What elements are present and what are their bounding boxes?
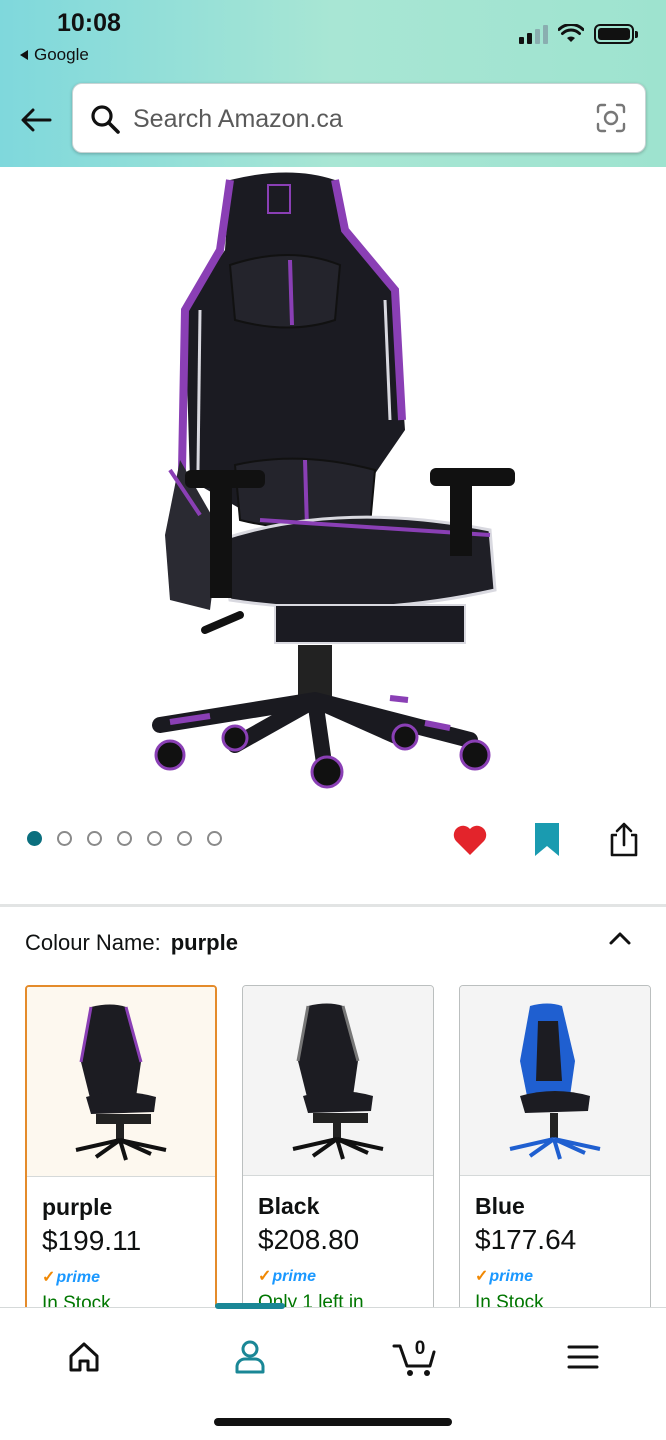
variant-thumbnail [243,986,433,1176]
chair-thumbnail-image [75,1004,167,1161]
home-icon[interactable] [59,1332,109,1382]
variant-swatch-blue[interactable]: Blue $177.64 ✓prime In Stock [459,985,651,1315]
cellular-signal-icon [519,24,548,44]
variant-name: Blue [475,1193,525,1219]
variant-swatch-purple[interactable]: purple $199.11 ✓prime In Stock [25,985,217,1315]
heart-icon[interactable] [450,820,490,860]
camera-search-icon[interactable] [595,102,627,134]
pagination-dot[interactable] [117,831,132,846]
cart-count: 0 [415,1338,426,1359]
pagination-dot[interactable] [207,831,222,846]
back-triangle-icon [20,50,28,60]
prime-badge: ✓prime [475,1268,533,1285]
pagination-dot[interactable] [87,831,102,846]
back-app-label: Google [34,45,89,64]
person-icon[interactable] [225,1332,275,1382]
variant-price: $208.80 [258,1224,360,1255]
colour-label: Colour Name: [25,930,161,955]
search-icon[interactable] [89,103,121,135]
active-tab-indicator [215,1303,285,1309]
hamburger-icon[interactable] [558,1332,608,1382]
variant-swatch-black[interactable]: Black $208.80 ✓prime Only 1 left in [242,985,434,1315]
variant-price: $177.64 [475,1224,577,1255]
search-input[interactable] [133,96,573,142]
variant-name: Black [258,1193,320,1219]
chevron-up-icon[interactable] [606,925,634,953]
section-divider [0,904,666,907]
pagination-dot[interactable] [147,831,162,846]
share-icon[interactable] [604,820,644,860]
variant-price: $199.11 [42,1225,142,1256]
prime-check-icon: ✓ [42,1269,56,1286]
pagination-dot[interactable] [27,831,42,846]
colour-name-row: Colour Name: purple [25,930,238,956]
colour-selected-value: purple [170,930,238,955]
image-pagination [27,831,222,846]
header: 10:08 Google [0,0,666,167]
pagination-dot[interactable] [177,831,192,846]
prime-check-icon: ✓ [258,1268,272,1285]
chair-thumbnail-image [509,1003,601,1160]
status-time: 10:08 [57,9,121,37]
back-to-google-link[interactable]: Google [20,45,89,65]
battery-icon [594,24,638,44]
cart-icon[interactable]: 0 [390,1332,446,1382]
search-bar[interactable] [72,83,646,153]
prime-badge: ✓prime [42,1269,100,1286]
home-indicator-bar[interactable] [214,1418,452,1426]
prime-badge: ✓prime [258,1268,316,1285]
prime-check-icon: ✓ [475,1268,489,1285]
wifi-icon [558,24,584,42]
variant-name: purple [42,1194,113,1220]
variant-thumbnail [460,986,650,1176]
product-image[interactable] [140,170,530,800]
bookmark-icon[interactable] [527,820,567,860]
chair-thumbnail-image [292,1003,384,1160]
pagination-dot[interactable] [57,831,72,846]
status-icons [519,24,638,44]
variant-thumbnail [27,987,215,1177]
arrow-left-icon[interactable] [18,102,54,138]
